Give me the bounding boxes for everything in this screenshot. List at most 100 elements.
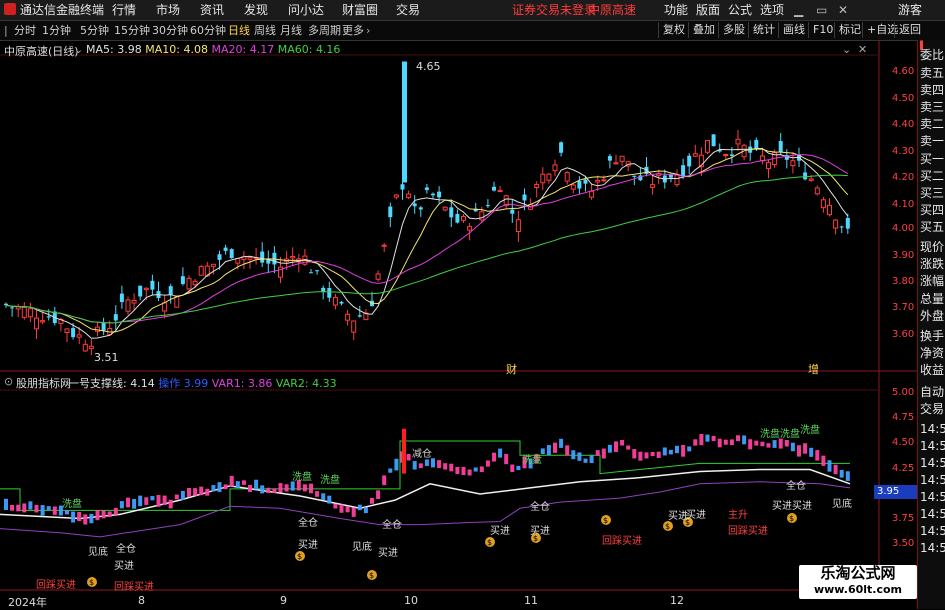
signal-quancang: 全仓 [382,520,402,531]
menu-hangqing[interactable]: 行情 [112,2,136,18]
watermark-url: www.60lt.com [813,583,903,596]
money-bag-glyph: $ [369,571,374,580]
trade-login-warning[interactable]: 证券交易未登录 [512,2,596,18]
chevron-right-icon[interactable]: › [366,23,370,38]
panel-auto[interactable]: 自动 [920,383,945,401]
period-fenshi[interactable]: 分时 [14,23,36,38]
quote-side-panel[interactable]: ▌ 委比 卖五 卖四 卖三 卖二 卖一 买一 买二 买三 买四 买五 现价 涨跌… [917,40,945,609]
period-monthly[interactable]: 月线 [280,23,302,38]
indicator-bar [162,495,167,506]
kline-chart[interactable]: $$$$ $$$ $ $ [0,40,917,609]
indicator-bar [510,464,515,472]
menu-banmian[interactable]: 版面 [696,2,720,18]
guest-label[interactable]: 游客 [898,2,922,18]
indicator-settings-icon[interactable]: ⊙ [4,375,13,388]
price-tick: 4.30 [892,146,915,157]
candle-body [827,204,832,216]
period-more[interactable]: 更多 [342,23,364,38]
toolbar-collapse-icon[interactable]: | [4,23,8,38]
maximize-icon[interactable]: ▭ [816,2,827,18]
price-tick: 4.20 [892,172,915,183]
btn-duogu[interactable]: 多股 [718,22,749,38]
candle-body [223,247,228,251]
indicator-bar [699,433,704,446]
menu-jiaoyi[interactable]: 交易 [396,2,420,18]
indicator-bar [394,458,399,471]
menu-xuanxiang[interactable]: 选项 [760,2,784,18]
candle-body [461,216,466,221]
candle-body [76,334,82,338]
chevron-down-icon[interactable]: ⌄ [74,43,83,56]
indicator-bar [156,494,161,507]
period-5min[interactable]: 5分钟 [80,23,109,38]
period-30min[interactable]: 30分钟 [152,23,188,38]
period-1min[interactable]: 1分钟 [42,23,71,38]
indicator-bar [711,435,716,442]
candle-body [437,191,442,198]
menu-zixun[interactable]: 资讯 [200,2,224,18]
indicator-bar [717,438,722,448]
money-bag-glyph: $ [603,516,608,525]
btn-tongji[interactable]: 统计 [748,22,779,38]
menu-gongshi[interactable]: 公式 [728,2,752,18]
support-line-label: 一号支撑线: [68,377,127,390]
menu-wenxiaoda[interactable]: 问小达 [288,2,324,18]
candle-body [388,206,393,218]
indicator-tick: 3.75 [892,513,915,524]
candle-body [839,226,844,228]
indicator-bar [83,514,88,525]
chart-close-icon[interactable]: ✕ [858,43,867,56]
candle-body [613,162,619,165]
menu-shichang[interactable]: 市场 [156,2,180,18]
indicator-bar [418,463,423,469]
indicator-bar [333,503,338,509]
candle-body [778,141,783,153]
btn-biaoji[interactable]: 标记 [834,22,865,38]
panel-trade[interactable]: 交易 [920,400,945,418]
period-weekly[interactable]: 周线 [254,23,276,38]
candle-body [21,306,27,318]
indicator-bar [126,497,130,508]
candle-body [235,258,241,264]
period-multi[interactable]: 多周期 [308,23,341,38]
btn-diejia[interactable]: 叠加 [688,22,719,38]
indicator-bar [760,441,765,447]
btn-f10[interactable]: F10 [808,22,837,38]
date-tick: 10 [404,594,418,607]
app-logo-icon [4,3,16,15]
candle-body [845,217,850,229]
candle-body [595,179,601,183]
signal-xipan: 洗盘 [760,429,780,440]
indicator-bar [736,435,740,442]
var2-label: VAR2: [275,377,309,390]
indicator-bar [662,447,667,456]
minimize-icon[interactable]: ▁ [794,2,803,18]
menu-caifuquan[interactable]: 财富圈 [342,2,378,18]
panel-sell3: 卖三 [920,100,945,114]
indicator-bar [89,513,94,524]
signal-maijin: 买进 [298,540,318,551]
support-white-line [0,468,851,520]
menu-faxian[interactable]: 发现 [244,2,268,18]
date-tick: 9 [280,594,287,607]
period-15min[interactable]: 15分钟 [114,23,150,38]
money-bag-glyph: $ [665,522,670,531]
indicator-bar [4,498,8,511]
indicator-bar [461,466,466,476]
btn-huaxian[interactable]: 画线 [778,22,809,38]
candle-body [431,193,435,196]
btn-back[interactable]: 返回 [894,22,925,38]
btn-fuquan[interactable]: 复权 [658,22,689,38]
low-price-label: 3.51 [94,351,119,364]
support-line-value: 4.14 [130,377,155,390]
close-icon[interactable]: ✕ [838,2,848,18]
period-60min[interactable]: 60分钟 [190,23,226,38]
menu-gongneng[interactable]: 功能 [664,2,688,18]
candle-body [412,203,417,207]
chart-settings-icon[interactable]: ⌄ [842,43,851,56]
signal-xipan: 洗盘 [292,472,312,483]
indicator-bar [620,439,625,446]
period-daily[interactable]: 日线 [228,23,250,38]
indicator-bar [254,479,259,490]
candle-body [400,184,405,190]
